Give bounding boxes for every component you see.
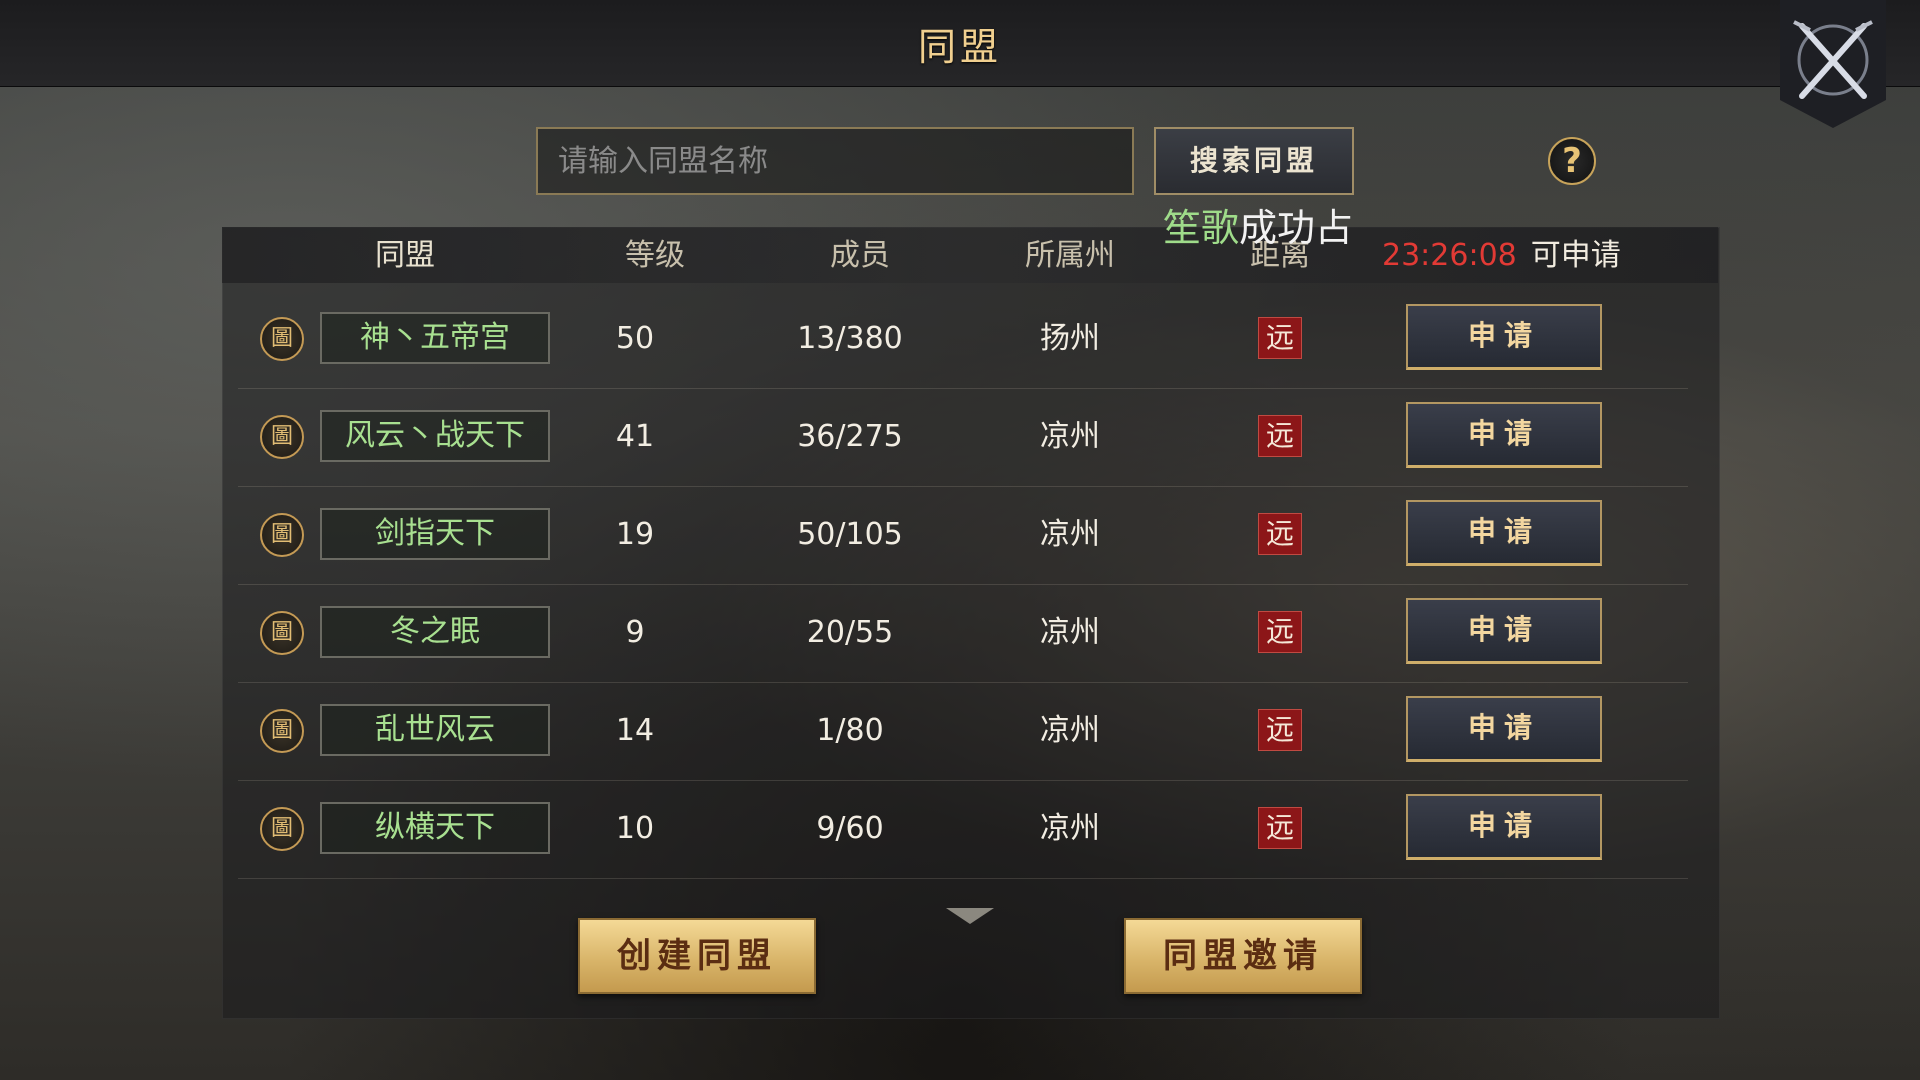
alliance-name[interactable]: 乱世风云 xyxy=(320,704,550,756)
alliance-state: 凉州 xyxy=(1040,615,1100,650)
apply-button[interactable]: 申请 xyxy=(1406,696,1602,762)
column-header-alliance: 同盟 xyxy=(375,238,435,273)
apply-button[interactable]: 申请 xyxy=(1406,500,1602,566)
alliance-emblem-icon: 圖 xyxy=(260,513,304,557)
help-button[interactable]: ? xyxy=(1548,137,1596,185)
alliance-name[interactable]: 神丶五帝宫 xyxy=(320,312,550,364)
alliance-name[interactable]: 冬之眠 xyxy=(320,606,550,658)
scrolling-notice: 笙歌成功占 xyxy=(1163,204,1353,252)
alliance-state: 扬州 xyxy=(1040,321,1100,356)
alliance-members: 50/105 xyxy=(797,517,903,552)
alliance-state: 凉州 xyxy=(1040,419,1100,454)
cooldown-timer: 23:26:08 xyxy=(1382,238,1517,273)
alliance-emblem-icon: 圖 xyxy=(260,807,304,851)
apply-button[interactable]: 申请 xyxy=(1406,402,1602,468)
alliance-members: 36/275 xyxy=(797,419,903,454)
alliance-emblem-icon: 圖 xyxy=(260,415,304,459)
alliance-emblem-icon: 圖 xyxy=(260,317,304,361)
alliance-state: 凉州 xyxy=(1040,713,1100,748)
alliance-level: 50 xyxy=(615,321,655,356)
create-alliance-button[interactable]: 创建同盟 xyxy=(578,918,816,994)
distance-badge: 远 xyxy=(1258,317,1302,359)
alliance-invite-button[interactable]: 同盟邀请 xyxy=(1124,918,1362,994)
distance-badge: 远 xyxy=(1258,415,1302,457)
alliance-level: 14 xyxy=(615,713,655,748)
search-button[interactable]: 搜索同盟 xyxy=(1154,127,1354,195)
apply-button[interactable]: 申请 xyxy=(1406,598,1602,664)
alliance-name[interactable]: 剑指天下 xyxy=(320,508,550,560)
chevron-down-icon[interactable] xyxy=(946,908,994,924)
cooldown-label: 可申请 xyxy=(1530,238,1621,273)
column-header-state: 所属州 xyxy=(1025,238,1115,273)
distance-badge: 远 xyxy=(1258,709,1302,751)
distance-badge: 远 xyxy=(1258,611,1302,653)
notice-highlight: 笙歌 xyxy=(1163,206,1240,250)
page-title: 同盟 xyxy=(917,25,1002,69)
alliance-members: 13/380 xyxy=(797,321,903,356)
table-row: 圖 剑指天下 19 50/105 凉州 远 申请 xyxy=(238,486,1688,585)
alliance-name[interactable]: 风云丶战天下 xyxy=(320,410,550,462)
alliance-level: 10 xyxy=(615,811,655,846)
alliance-emblem-icon: 圖 xyxy=(260,611,304,655)
alliance-level: 9 xyxy=(625,615,645,650)
crossed-swords-icon xyxy=(1780,0,1886,128)
search-input[interactable] xyxy=(536,127,1134,195)
table-row: 圖 冬之眠 9 20/55 凉州 远 申请 xyxy=(238,584,1688,683)
apply-cooldown: 23:26:08 可申请 xyxy=(1382,236,1621,276)
alliance-members: 1/80 xyxy=(816,713,884,748)
table-row: 圖 神丶五帝宫 50 13/380 扬州 远 申请 xyxy=(238,290,1688,389)
column-header-level: 等级 xyxy=(625,238,685,273)
alliance-state: 凉州 xyxy=(1040,811,1100,846)
table-row: 圖 纵横天下 10 9/60 凉州 远 申请 xyxy=(238,780,1688,879)
notice-text: 成功占 xyxy=(1239,206,1354,250)
table-row: 圖 风云丶战天下 41 36/275 凉州 远 申请 xyxy=(238,388,1688,487)
alliance-level: 41 xyxy=(615,419,655,454)
column-header-members: 成员 xyxy=(830,238,890,273)
alliance-members: 20/55 xyxy=(806,615,894,650)
alliance-members: 9/60 xyxy=(816,811,884,846)
close-button[interactable] xyxy=(1780,0,1886,128)
distance-badge: 远 xyxy=(1258,513,1302,555)
alliance-emblem-icon: 圖 xyxy=(260,709,304,753)
apply-button[interactable]: 申请 xyxy=(1406,794,1602,860)
alliance-name[interactable]: 纵横天下 xyxy=(320,802,550,854)
apply-button[interactable]: 申请 xyxy=(1406,304,1602,370)
alliance-level: 19 xyxy=(615,517,655,552)
table-row: 圖 乱世风云 14 1/80 凉州 远 申请 xyxy=(238,682,1688,781)
alliance-list[interactable]: 圖 神丶五帝宫 50 13/380 扬州 远 申请 圖 风云丶战天下 41 36… xyxy=(238,290,1688,913)
alliance-state: 凉州 xyxy=(1040,517,1100,552)
distance-badge: 远 xyxy=(1258,807,1302,849)
